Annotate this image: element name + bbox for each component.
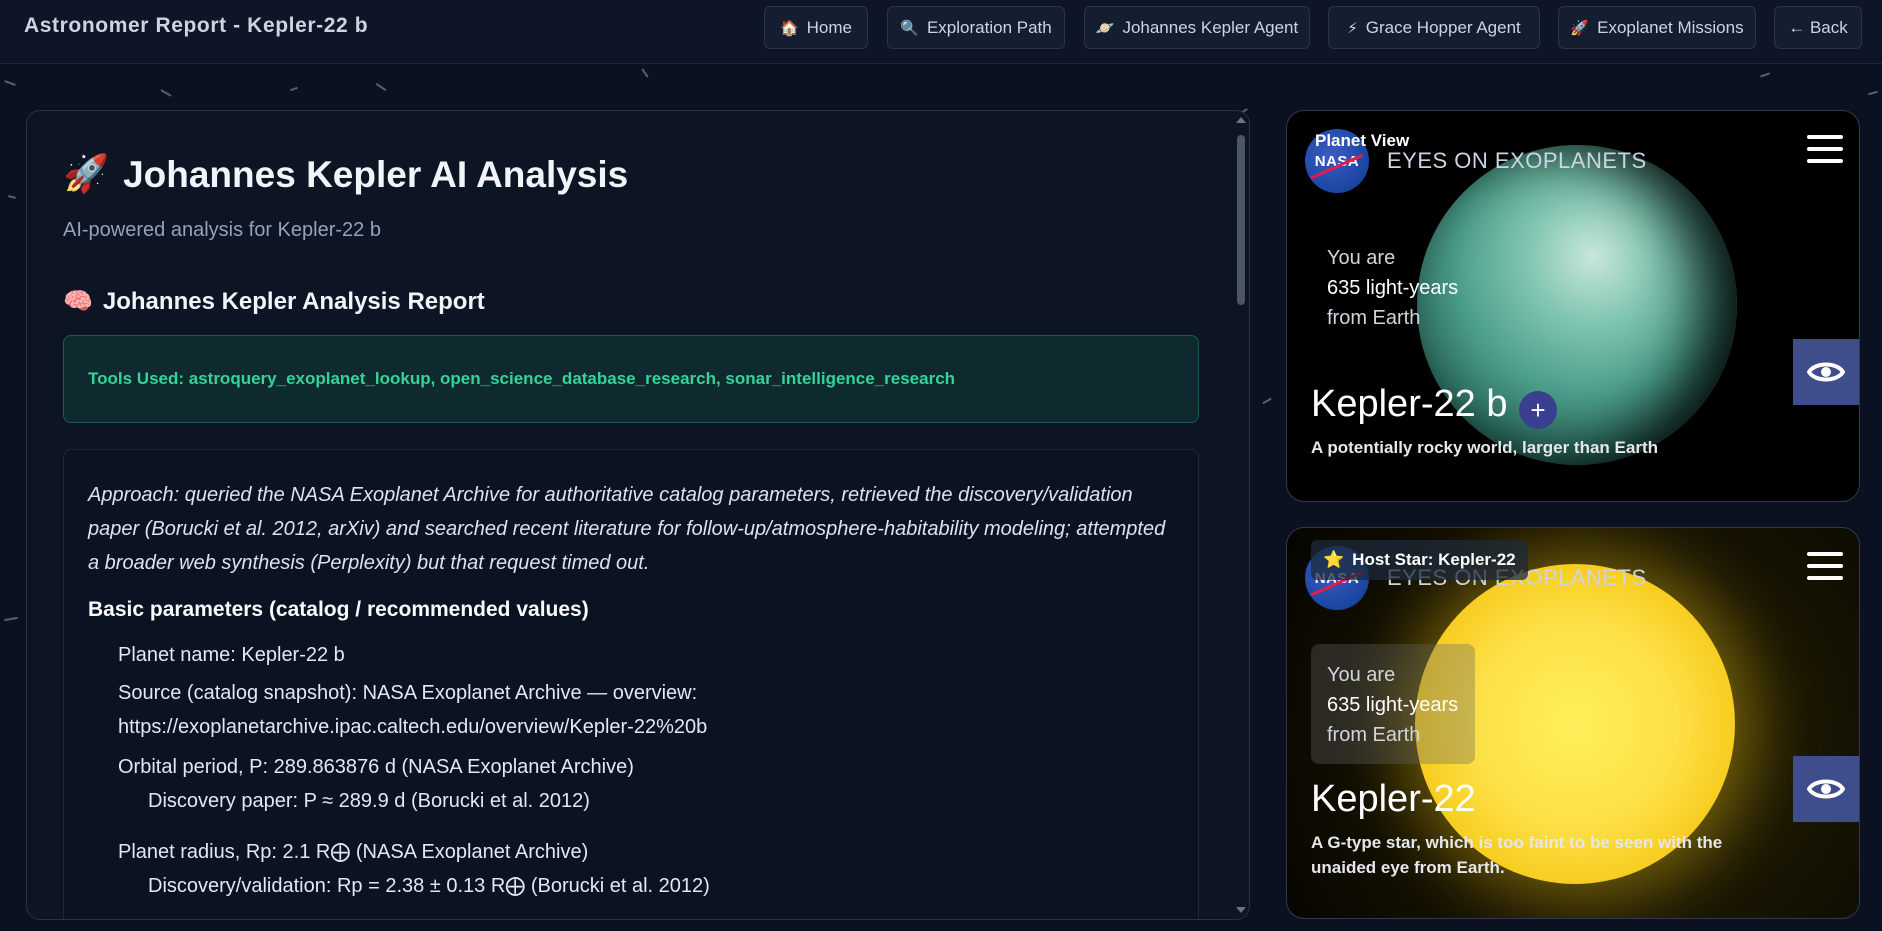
planet-name: Kepler-22 b xyxy=(1311,383,1508,425)
nav-home-button[interactable]: 🏠 Home xyxy=(764,6,868,49)
star-streak xyxy=(3,616,19,622)
tools-used-text: Tools Used: astroquery_exoplanet_lookup,… xyxy=(88,369,956,388)
eye-view-button[interactable] xyxy=(1793,756,1859,822)
distance-info: You are 635 light-years from Earth xyxy=(1327,660,1458,750)
scrollbar[interactable] xyxy=(1233,111,1249,919)
scrollbar-thumb[interactable] xyxy=(1237,135,1245,305)
scroll-up-icon[interactable] xyxy=(1236,117,1246,123)
distance-info: You are 635 light-years from Earth xyxy=(1327,243,1458,333)
nav-kepler-agent-label: Johannes Kepler Agent xyxy=(1122,17,1299,37)
param-radius-discovery: Discovery/validation: Rp = 2.38 ± 0.13 R… xyxy=(148,875,710,897)
rocket-icon: 🚀 xyxy=(63,153,110,194)
from-earth-label: from Earth xyxy=(1327,307,1421,329)
star-name: Kepler-22 xyxy=(1311,778,1476,820)
eye-icon xyxy=(1807,779,1845,799)
star-streak xyxy=(160,89,172,97)
top-bar: Astronomer Report - Kepler-22 b 🏠 Home 🔍… xyxy=(0,0,1882,64)
star-description: A G-type star, which is too faint to be … xyxy=(1311,833,1723,877)
nav-exoplanet-missions-label: Exoplanet Missions xyxy=(1597,17,1744,37)
planet-icon: 🪐 xyxy=(1095,19,1115,37)
report-heading: 🧠 Johannes Kepler Analysis Report xyxy=(63,287,485,316)
star-streak xyxy=(641,68,649,78)
report-content: Approach: queried the NASA Exoplanet Arc… xyxy=(63,449,1199,919)
nav-hopper-agent-label: Grace Hopper Agent xyxy=(1365,17,1521,37)
param-radius: Planet radius, Rp: 2.1 R⨁ (NASA Exoplane… xyxy=(118,841,589,863)
report-heading-text: Johannes Kepler Analysis Report xyxy=(102,287,485,315)
rocket-icon: 🚀 xyxy=(1570,19,1590,37)
analysis-panel: 🚀 Johannes Kepler AI Analysis AI-powered… xyxy=(26,110,1250,920)
app-title: Astronomer Report - Kepler-22 b xyxy=(24,14,369,37)
nav-exploration-path-label: Exploration Path xyxy=(926,17,1052,37)
menu-icon[interactable] xyxy=(1807,552,1843,580)
approach-text: Approach: queried the NASA Exoplanet Arc… xyxy=(88,484,1166,574)
star-streak xyxy=(375,82,387,92)
page-subtitle: AI-powered analysis for Kepler-22 b xyxy=(63,219,381,241)
brain-icon: 🧠 xyxy=(63,288,93,315)
nav-kepler-agent-button[interactable]: 🪐 Johannes Kepler Agent xyxy=(1084,6,1310,49)
eye-icon xyxy=(1807,362,1845,382)
host-star-label: ⭐ Host Star: Kepler-22 xyxy=(1311,540,1528,580)
page-title-text: Johannes Kepler AI Analysis xyxy=(123,153,629,195)
you-are-label: You are xyxy=(1327,664,1396,686)
star-streak xyxy=(1262,397,1272,405)
distance-value: 635 light-years xyxy=(1327,694,1459,716)
eyes-on-exoplanets-title: EYES ON EXOPLANETS xyxy=(1387,148,1647,173)
host-star-card: NASA EYES ON EXOPLANETS ⭐ Host Star: Kep… xyxy=(1286,527,1860,919)
back-button[interactable]: ← Back xyxy=(1774,6,1862,49)
add-button[interactable]: + xyxy=(1519,391,1557,429)
star-streak xyxy=(4,80,16,86)
star-streak xyxy=(1867,90,1879,96)
planet-view-card: NASA EYES ON EXOPLANETS Planet View You … xyxy=(1286,110,1860,502)
distance-value: 635 light-years xyxy=(1327,277,1459,299)
param-source-link[interactable]: https://exoplanetarchive.ipac.caltech.ed… xyxy=(118,710,707,744)
you-are-label: You are xyxy=(1327,247,1396,269)
lightning-icon: ⚡ xyxy=(1347,19,1358,37)
planet-view-label: Planet View xyxy=(1315,131,1410,150)
menu-icon[interactable] xyxy=(1807,135,1843,163)
star-streak xyxy=(1759,72,1771,78)
param-planet-name: Planet name: Kepler-22 b xyxy=(118,644,345,666)
nav-exploration-path-button[interactable]: 🔍 Exploration Path xyxy=(887,6,1065,49)
star-icon: ⭐ xyxy=(1323,550,1345,569)
scroll-down-icon[interactable] xyxy=(1236,907,1246,913)
param-orbital-period: Orbital period, P: 289.863876 d (NASA Ex… xyxy=(118,756,634,778)
planet-description: A potentially rocky world, larger than E… xyxy=(1311,438,1658,457)
tools-used-box: Tools Used: astroquery_exoplanet_lookup,… xyxy=(63,335,1199,423)
star-streak xyxy=(7,194,17,200)
eye-view-button[interactable] xyxy=(1793,339,1859,405)
host-star-label-text: Host Star: Kepler-22 xyxy=(1352,550,1516,569)
back-label: ← Back xyxy=(1788,17,1848,37)
nav-home-label: Home xyxy=(806,17,853,37)
nav-exoplanet-missions-button[interactable]: 🚀 Exoplanet Missions xyxy=(1558,6,1756,49)
param-source: Source (catalog snapshot): NASA Exoplane… xyxy=(118,682,698,704)
param-orbital-period-discovery: Discovery paper: P ≈ 289.9 d (Borucki et… xyxy=(148,790,590,812)
basic-parameters-heading: Basic parameters (catalog / recommended … xyxy=(88,598,589,621)
page-title: 🚀 Johannes Kepler AI Analysis xyxy=(63,153,628,196)
search-icon: 🔍 xyxy=(900,19,919,37)
star-streak xyxy=(289,86,299,92)
home-icon: 🏠 xyxy=(779,19,799,37)
from-earth-label: from Earth xyxy=(1327,724,1421,746)
nav-hopper-agent-button[interactable]: ⚡ Grace Hopper Agent xyxy=(1328,6,1540,49)
